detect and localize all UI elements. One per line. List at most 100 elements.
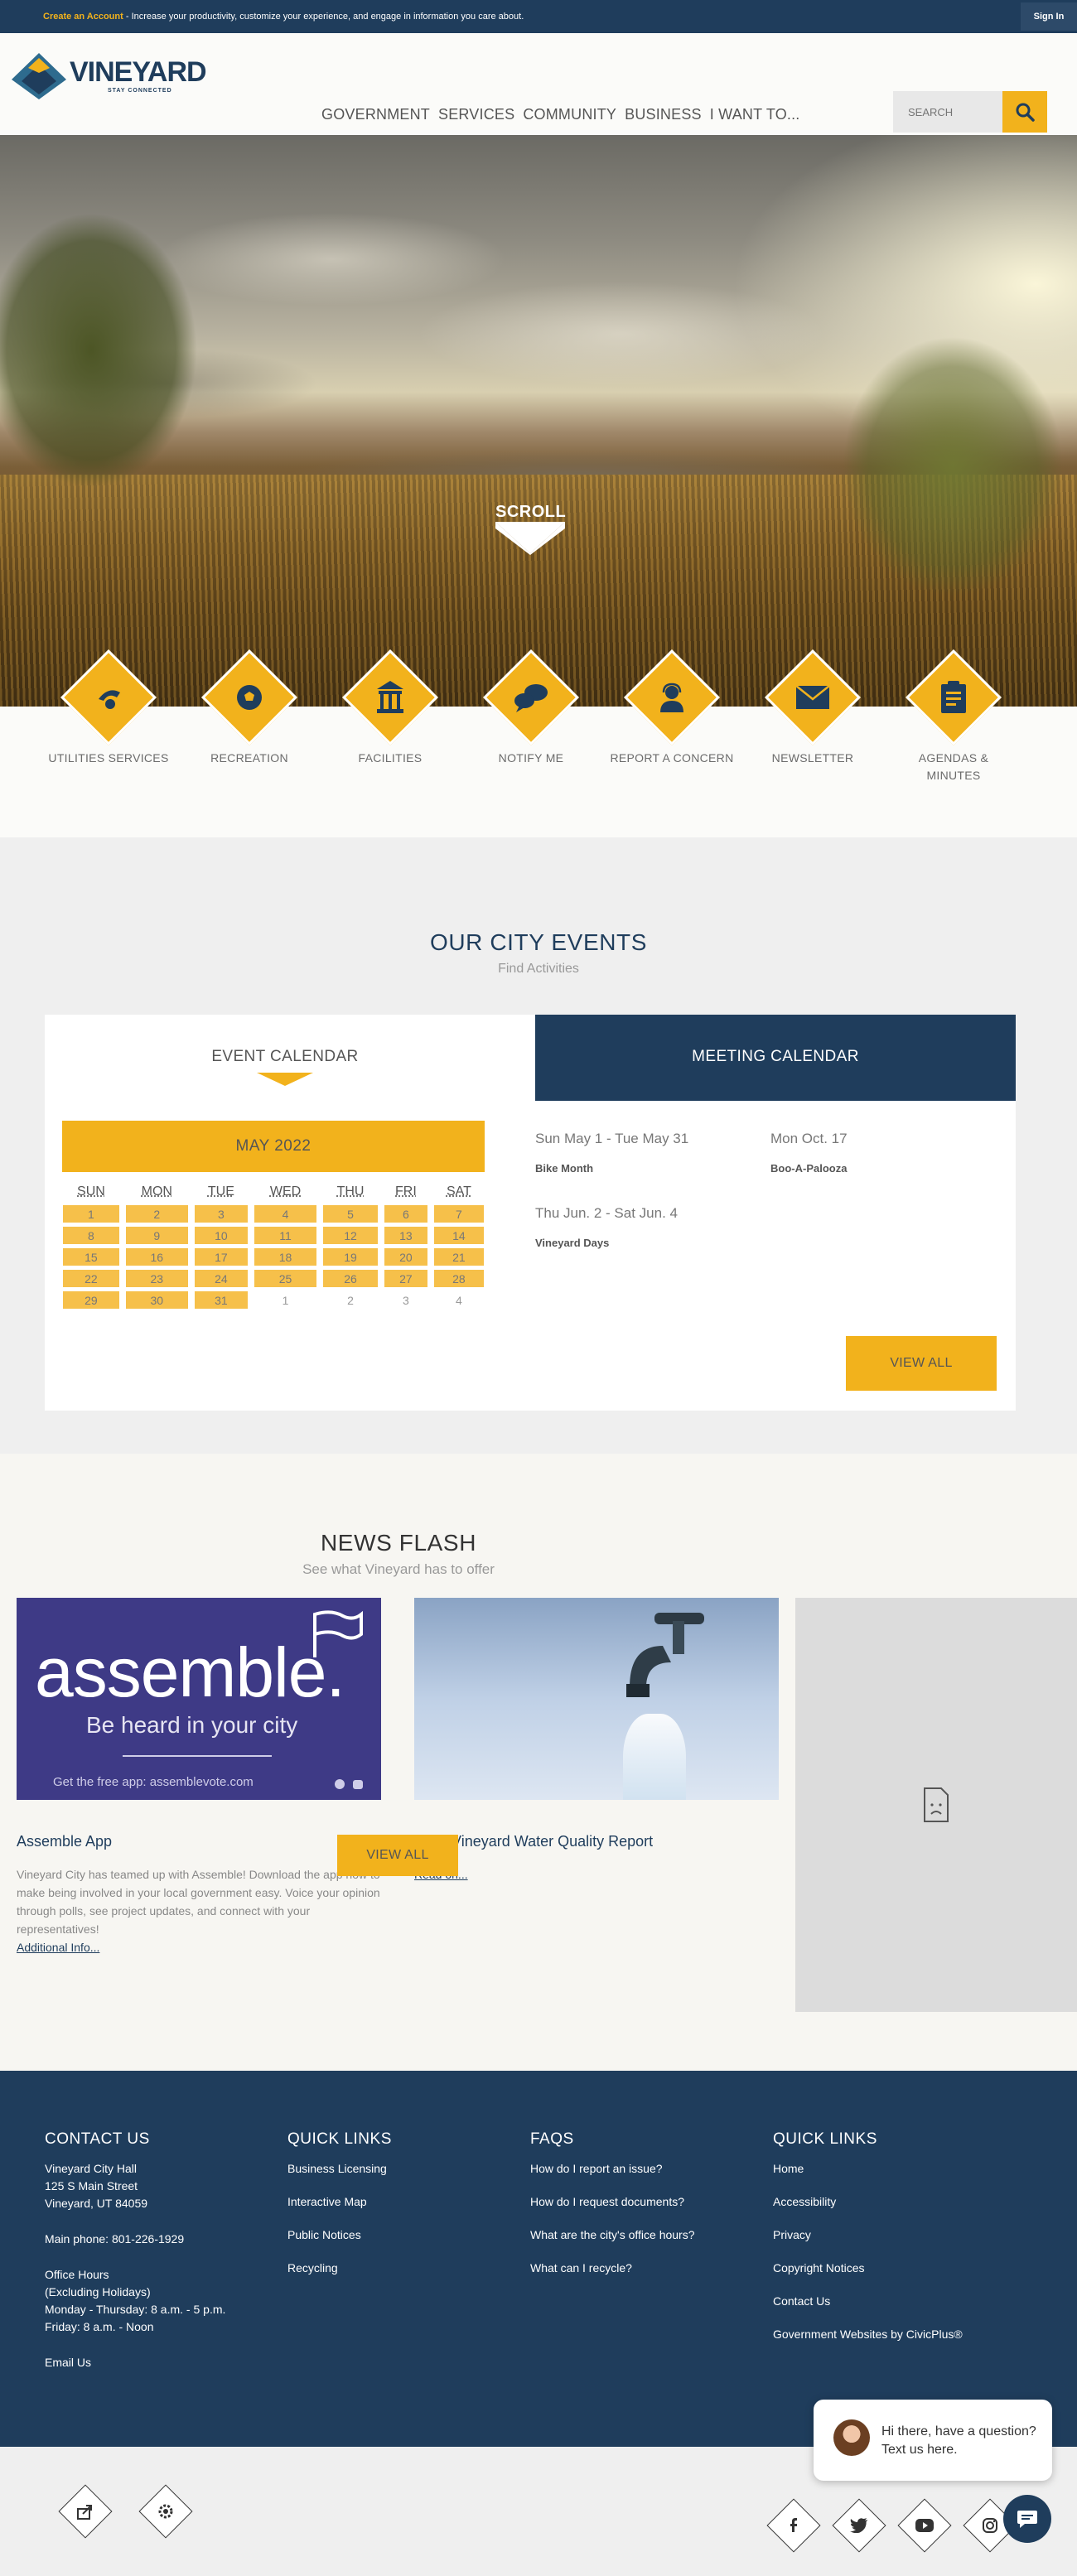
footer-link[interactable]: Privacy [773, 2226, 1005, 2244]
footer-link[interactable]: Copyright Notices [773, 2260, 1005, 2277]
footer-link[interactable]: Business Licensing [287, 2160, 519, 2178]
news-card-text: Vineyard City has teamed up with Assembl… [17, 1865, 381, 1956]
calendar-day[interactable]: 11 [254, 1227, 316, 1244]
event-item[interactable]: Mon Oct. 17 Boo-A-Palooza [770, 1131, 986, 1175]
twitter-link[interactable] [832, 2498, 886, 2552]
calendar-day[interactable]: 10 [195, 1227, 248, 1244]
calendar-day[interactable]: 9 [126, 1227, 188, 1244]
calendar-day-outside[interactable]: 2 [323, 1291, 378, 1309]
faucet-icon [613, 1604, 712, 1729]
news-card-title[interactable]: 2020 Vineyard Water Quality Report [414, 1833, 779, 1850]
quick-link-utilities[interactable]: UTILITIES SERVICES [46, 663, 171, 767]
calendar-day[interactable]: 28 [434, 1270, 484, 1287]
footer-link[interactable]: Government Websites by CivicPlus® [773, 2326, 1005, 2343]
quick-link-report-concern[interactable]: REPORT A CONCERN [610, 663, 734, 767]
calendar-day-outside[interactable]: 1 [254, 1291, 316, 1309]
chat-open-button[interactable] [1003, 2495, 1051, 2543]
quick-link-notify-me[interactable]: NOTIFY ME [469, 663, 593, 767]
search-input[interactable] [893, 91, 1002, 133]
news-card-title[interactable]: Assemble App [17, 1833, 381, 1850]
footer-link[interactable]: Recycling [287, 2260, 519, 2277]
additional-info-link[interactable]: Additional Info... [17, 1941, 99, 1954]
calendar-day[interactable]: 18 [254, 1248, 316, 1266]
facebook-link[interactable] [766, 2498, 820, 2552]
create-account-link[interactable]: Create an Account [43, 12, 123, 22]
event-title[interactable]: Vineyard Days [535, 1237, 751, 1249]
calendar-day[interactable]: 30 [126, 1291, 188, 1309]
calendar-day[interactable]: 8 [63, 1227, 119, 1244]
quick-link-facilities[interactable]: FACILITIES [328, 663, 452, 767]
faq-link[interactable]: What are the city's office hours? [530, 2226, 762, 2244]
calendar-day[interactable]: 1 [63, 1205, 119, 1223]
chat-prompt[interactable]: Hi there, have a question? Text us here. [814, 2400, 1052, 2481]
tab-event-calendar[interactable]: EVENT CALENDAR [45, 1015, 525, 1101]
calendar-day[interactable]: 12 [323, 1227, 378, 1244]
quick-link-recreation[interactable]: RECREATION [187, 663, 312, 767]
calendar-day-outside[interactable]: 4 [434, 1291, 484, 1309]
calendar-day[interactable]: 26 [323, 1270, 378, 1287]
calendar-day[interactable]: 21 [434, 1248, 484, 1266]
nav-government[interactable]: GOVERNMENT [321, 106, 430, 123]
event-title[interactable]: Bike Month [535, 1162, 751, 1175]
footer-heading: FAQS [530, 2130, 762, 2149]
calendar-day[interactable]: 22 [63, 1270, 119, 1287]
calendar-day[interactable]: 29 [63, 1291, 119, 1309]
news-view-all-button[interactable]: VIEW ALL [337, 1835, 458, 1876]
footer-link[interactable]: Interactive Map [287, 2193, 519, 2211]
event-title[interactable]: Boo-A-Palooza [770, 1162, 986, 1175]
footer-link[interactable]: Contact Us [773, 2293, 1005, 2310]
calendar-week: 1234567 [63, 1205, 484, 1223]
calendar-day[interactable]: 15 [63, 1248, 119, 1266]
sign-in-button[interactable]: Sign In [1021, 2, 1077, 31]
share-button[interactable] [58, 2484, 112, 2538]
calendar-day[interactable]: 24 [195, 1270, 248, 1287]
footer-link[interactable]: Home [773, 2160, 1005, 2178]
faq-link[interactable]: What can I recycle? [530, 2260, 762, 2277]
event-item[interactable]: Thu Jun. 2 - Sat Jun. 4 Vineyard Days [535, 1205, 751, 1249]
footer-link[interactable]: Accessibility [773, 2193, 1005, 2211]
nav-i-want-to[interactable]: I WANT TO... [710, 106, 800, 123]
events-view-all-button[interactable]: VIEW ALL [846, 1336, 997, 1391]
calendar-day[interactable]: 4 [254, 1205, 316, 1223]
calendar-day[interactable]: 23 [126, 1270, 188, 1287]
gear-icon [157, 2502, 175, 2521]
site-logo[interactable]: VINEYARD STAY CONNECTED [10, 48, 200, 106]
quick-link-agendas[interactable]: AGENDAS & MINUTES [891, 663, 1016, 784]
quick-link-newsletter[interactable]: NEWSLETTER [751, 663, 875, 767]
calendar-day[interactable]: 7 [434, 1205, 484, 1223]
email-us-link[interactable]: Email Us [45, 2354, 277, 2371]
faq-link[interactable]: How do I request documents? [530, 2193, 762, 2211]
nav-business[interactable]: BUSINESS [625, 106, 702, 123]
faq-link[interactable]: How do I report an issue? [530, 2160, 762, 2178]
calendar-day[interactable]: 3 [195, 1205, 248, 1223]
calendar-day[interactable]: 2 [126, 1205, 188, 1223]
calendar-day[interactable]: 31 [195, 1291, 248, 1309]
address-line: Vineyard, UT 84059 [45, 2195, 277, 2212]
footer-link[interactable]: Public Notices [287, 2226, 519, 2244]
assemble-app-image[interactable]: assemble. Be heard in your city Get the … [17, 1598, 381, 1800]
calendar-day[interactable]: 25 [254, 1270, 316, 1287]
nav-community[interactable]: COMMUNITY [523, 106, 616, 123]
flag-icon [307, 1609, 365, 1659]
tab-meeting-calendar[interactable]: MEETING CALENDAR [535, 1015, 1016, 1101]
scroll-button[interactable]: SCROLL [495, 503, 565, 560]
water-faucet-image[interactable] [414, 1598, 779, 1800]
youtube-link[interactable] [897, 2498, 951, 2552]
calendar-day[interactable]: 19 [323, 1248, 378, 1266]
calendar-day[interactable]: 13 [384, 1227, 427, 1244]
soccer-ball-icon [233, 681, 266, 714]
calendar-day-outside[interactable]: 3 [384, 1291, 427, 1309]
nav-services[interactable]: SERVICES [438, 106, 514, 123]
calendar-day[interactable]: 6 [384, 1205, 427, 1223]
water-drop-icon [92, 681, 125, 714]
calendar-day[interactable]: 5 [323, 1205, 378, 1223]
calendar-day[interactable]: 14 [434, 1227, 484, 1244]
event-item[interactable]: Sun May 1 - Tue May 31 Bike Month [535, 1131, 751, 1175]
settings-button[interactable] [138, 2484, 192, 2538]
search-button[interactable] [1002, 91, 1047, 133]
calendar-day[interactable]: 17 [195, 1248, 248, 1266]
calendar-day[interactable]: 20 [384, 1248, 427, 1266]
calendar-month: MAY 2022 [62, 1121, 485, 1172]
calendar-day[interactable]: 16 [126, 1248, 188, 1266]
calendar-day[interactable]: 27 [384, 1270, 427, 1287]
